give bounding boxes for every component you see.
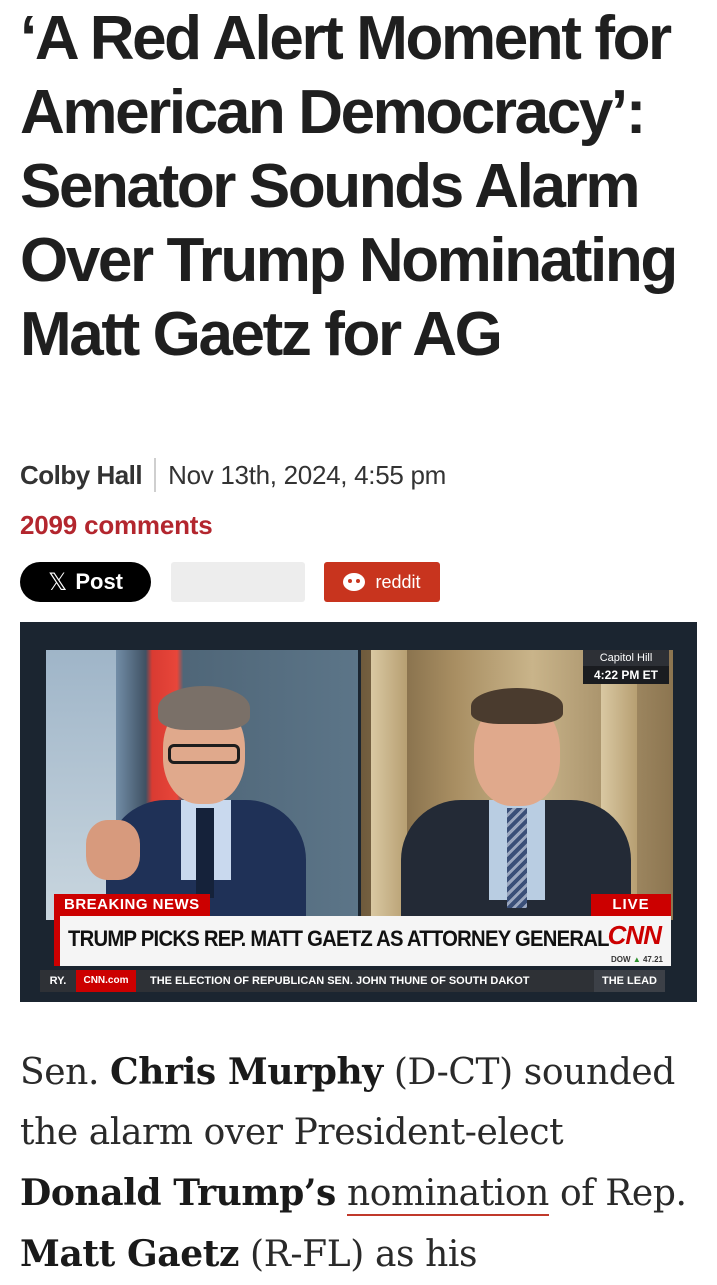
- body-text: of Rep.: [548, 1173, 687, 1214]
- x-post-label: Post: [75, 569, 124, 594]
- live-badge: LIVE: [591, 894, 671, 916]
- dow-value: 47.21: [642, 955, 663, 964]
- ticker-show: THE LEAD: [594, 970, 665, 992]
- byline-divider: [154, 458, 157, 492]
- guest-figure: [361, 650, 673, 930]
- person-name-murphy: Chris Murphy: [110, 1051, 383, 1093]
- chyron-headline: TRUMP PICKS REP. MATT GAETZ AS ATTORNEY …: [68, 926, 610, 951]
- anchor-panel: [46, 650, 358, 930]
- chyron: TRUMP PICKS REP. MATT GAETZ AS ATTORNEY …: [54, 916, 671, 966]
- body-text: (R-FL) as his: [239, 1234, 478, 1275]
- person-name-gaetz: Matt Gaetz: [20, 1233, 240, 1275]
- article-paragraph: Sen. Chris Murphy (D-CT) sounded the ala…: [20, 1042, 700, 1285]
- ticker-prefix: RY.: [40, 970, 76, 992]
- nomination-link[interactable]: nomination: [346, 1173, 549, 1216]
- breaking-news-banner: BREAKING NEWS: [54, 894, 210, 916]
- comments-link[interactable]: 2099 comments: [20, 510, 213, 541]
- guest-panel: [361, 650, 673, 930]
- location-label: Capitol Hill: [583, 650, 669, 666]
- cnn-logo: CNN: [607, 920, 662, 950]
- broadcast-time: 4:22 PM ET: [583, 666, 669, 684]
- article-headline: ‘A Red Alert Moment for American Democra…: [20, 4, 678, 369]
- reddit-alien-icon: [343, 573, 366, 591]
- body-text: [336, 1173, 347, 1214]
- dow-label: DOW: [611, 955, 631, 964]
- person-name-trump: Donald Trump’s: [20, 1172, 336, 1214]
- author-name[interactable]: Colby Hall: [20, 460, 143, 491]
- body-text: Sen.: [20, 1052, 111, 1093]
- byline: Colby Hall Nov 13th, 2024, 4:55 pm: [20, 457, 446, 493]
- reddit-share-button[interactable]: reddit: [324, 562, 440, 602]
- x-post-button[interactable]: 𝕏 Post: [20, 562, 151, 602]
- dow-indicator: DOW ▲ 47.21: [611, 955, 663, 964]
- publish-date: Nov 13th, 2024, 4:55 pm: [168, 459, 446, 490]
- news-video-still[interactable]: Capitol Hill 4:22 PM ET BREAKING NEWS LI…: [20, 622, 697, 1002]
- x-logo-icon: 𝕏: [47, 568, 68, 596]
- dow-up-arrow-icon: ▲: [632, 955, 641, 964]
- anchor-figure: [46, 650, 358, 930]
- news-ticker: RY. CNN.com THE ELECTION OF REPUBLICAN S…: [40, 970, 665, 992]
- share-button-placeholder[interactable]: [171, 562, 305, 602]
- ticker-text: THE ELECTION OF REPUBLICAN SEN. JOHN THU…: [136, 970, 594, 992]
- reddit-label: reddit: [375, 571, 421, 592]
- ticker-site: CNN.com: [76, 970, 136, 992]
